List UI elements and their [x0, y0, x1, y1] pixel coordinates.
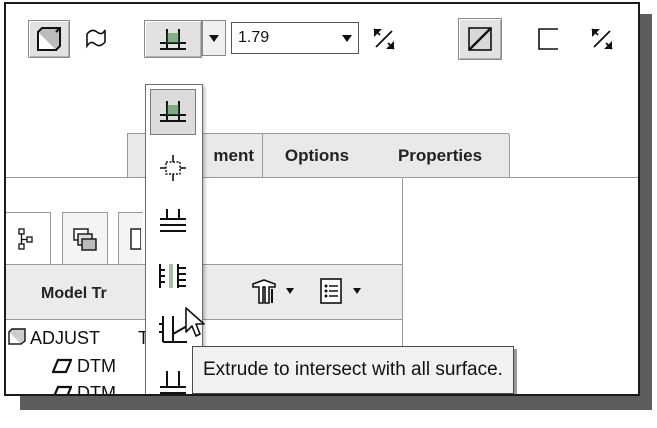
thicken-sketch-button[interactable]: [532, 22, 566, 56]
menu-item-to-selected[interactable]: [150, 361, 196, 394]
flip-direction-button[interactable]: [366, 22, 402, 56]
to-selected-icon: [160, 371, 186, 394]
menu-item-to-next[interactable]: [150, 199, 196, 245]
datum-plane-icon: [53, 385, 73, 394]
chevron-down-icon: [209, 34, 219, 42]
tree-show-button[interactable]: [310, 274, 370, 308]
solid-icon: [37, 27, 61, 51]
tree-row-datum[interactable]: DTM: [51, 356, 117, 377]
depth-value-dropdown[interactable]: [336, 23, 358, 53]
part-icon: [8, 328, 26, 345]
tree-row-datum[interactable]: DTM: [52, 383, 117, 396]
favorites-icon: [130, 228, 141, 250]
to-next-icon: [160, 209, 186, 232]
depth-value-field[interactable]: [231, 22, 359, 54]
tree-settings-button[interactable]: [242, 274, 302, 308]
through-all-icon: [159, 264, 186, 288]
flip-direction-icon: [373, 28, 395, 50]
blind-depth-icon: [160, 101, 186, 122]
window-shadow-bottom: [20, 394, 652, 410]
chevron-down-icon: [353, 288, 361, 294]
datum-plane-icon: [51, 358, 73, 374]
model-tree-title: Model Tr: [41, 285, 107, 302]
menu-item-blind[interactable]: [150, 89, 196, 135]
folder-browser-icon: [73, 228, 97, 251]
remove-material-button[interactable]: [458, 18, 502, 60]
flip-thicken-button[interactable]: [584, 22, 620, 56]
window-shadow-right: [638, 14, 652, 410]
surface-icon: [86, 29, 106, 49]
tab-favorites[interactable]: [118, 212, 143, 265]
thicken-sketch-icon: [538, 28, 558, 50]
tab-options[interactable]: Options: [263, 134, 372, 177]
tree-row-label: ADJUST: [30, 328, 101, 348]
solid-button[interactable]: [28, 20, 70, 58]
tab-properties[interactable]: Properties: [371, 134, 510, 177]
extrude-dashboard: ment Options Properties Model Tr: [4, 2, 640, 396]
mouse-cursor-icon: [185, 307, 205, 337]
tools-icon: [252, 279, 276, 304]
menu-item-symmetric[interactable]: [150, 145, 196, 191]
tab-options-label: Options: [284, 145, 350, 165]
chevron-down-icon: [342, 34, 352, 42]
tree-row-part[interactable]: ADJUST T: [8, 328, 149, 349]
depth-value-input[interactable]: [232, 23, 338, 53]
tree-row-label: DTM: [77, 356, 117, 376]
model-tree-icon: [18, 228, 33, 250]
tree-row-label: DTM: [77, 383, 117, 396]
tab-folder-browser[interactable]: [62, 212, 108, 265]
tooltip: Extrude to intersect with all surface.: [192, 346, 514, 394]
show-list-icon: [320, 278, 342, 304]
chevron-down-icon: [286, 288, 294, 294]
flip-direction-icon: [591, 28, 613, 50]
depth-option-button[interactable]: [144, 20, 202, 58]
tab-properties-label: Properties: [397, 145, 483, 165]
remove-material-icon: [468, 27, 492, 51]
depth-option-dropdown[interactable]: [202, 20, 226, 56]
menu-item-through-all[interactable]: [150, 253, 196, 299]
tab-model-tree[interactable]: [6, 212, 51, 265]
surface-button[interactable]: [78, 20, 114, 56]
symmetric-depth-icon: [160, 155, 186, 181]
tab-placement-label: ment: [213, 145, 254, 165]
tooltip-text: Extrude to intersect with all surface.: [203, 359, 503, 380]
depth-blind-icon: [160, 29, 186, 50]
